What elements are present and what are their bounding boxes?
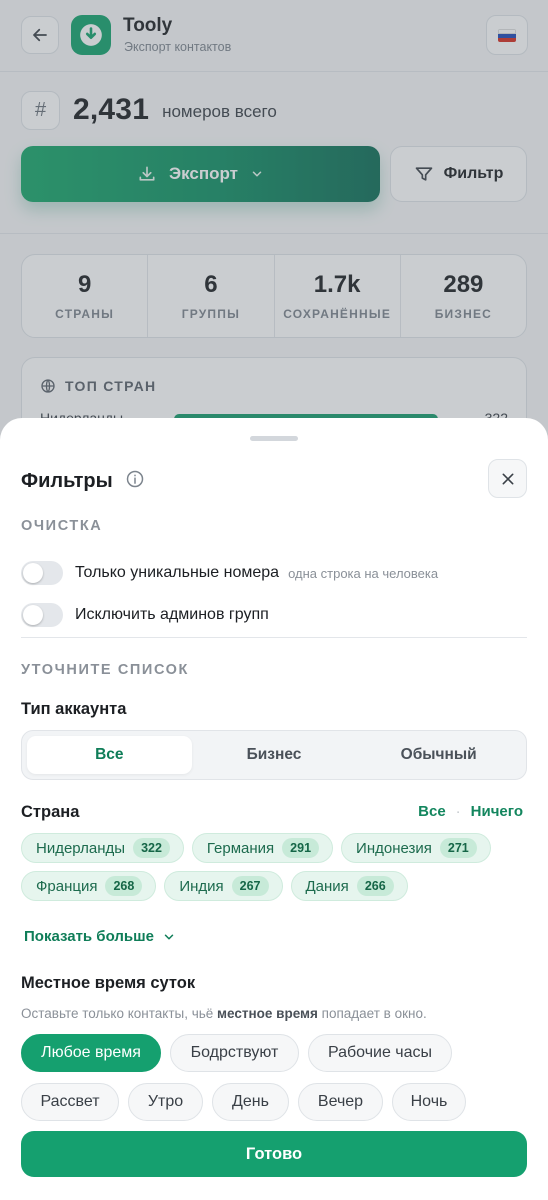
close-button[interactable]	[488, 459, 527, 498]
chip-count: 291	[282, 838, 320, 858]
desc-bold: местное время	[217, 1006, 318, 1021]
sheet-drag-handle[interactable]	[250, 436, 298, 441]
country-chip[interactable]: Нидерланды 322	[21, 833, 184, 863]
country-chip[interactable]: Дания 266	[290, 871, 408, 901]
desc-text: Оставьте только контакты, чьё	[21, 1006, 218, 1021]
local-time-label: Местное время суток	[21, 974, 196, 992]
unique-numbers-toggle[interactable]	[21, 561, 63, 585]
chip-count: 266	[356, 876, 394, 896]
done-button[interactable]: Готово	[21, 1131, 527, 1177]
info-icon[interactable]	[125, 469, 145, 489]
country-chip[interactable]: Германия 291	[191, 833, 334, 863]
local-time-description: Оставьте только контакты, чьё местное вр…	[21, 1006, 427, 1021]
chip-label: Индия	[179, 877, 224, 895]
chip-count: 271	[439, 838, 477, 858]
chevron-down-icon	[164, 933, 174, 940]
show-more-button[interactable]: Показать больше	[24, 928, 176, 945]
account-type-selector: Все Бизнес Обычный	[21, 730, 527, 780]
country-select-links: Все · Ничего	[418, 803, 523, 820]
country-chip[interactable]: Индонезия 271	[341, 833, 491, 863]
time-options-row-1: Любое время Бодрствуют Рабочие часы	[21, 1034, 461, 1072]
time-option-evening[interactable]: Вечер	[298, 1083, 383, 1121]
exclude-admins-toggle[interactable]	[21, 603, 63, 627]
time-option-day[interactable]: День	[212, 1083, 289, 1121]
unique-numbers-hint: одна строка на человека	[288, 565, 439, 581]
account-type-label: Тип аккаунта	[21, 700, 127, 718]
chip-label: Дания	[305, 877, 349, 895]
exclude-admins-label: Исключить админов групп	[75, 606, 269, 623]
cleanup-heading: ОЧИСТКА	[21, 518, 103, 534]
country-chips: Нидерланды 322 Германия 291 Индонезия 271 Ф…	[21, 833, 527, 907]
exclude-admins-row: Исключить админов групп	[21, 603, 527, 627]
country-chip[interactable]: Индия 267	[164, 871, 283, 901]
time-option-work-hours[interactable]: Рабочие часы	[308, 1034, 452, 1072]
time-option-night[interactable]: Ночь	[392, 1083, 466, 1121]
country-chip[interactable]: Франция 268	[21, 871, 157, 901]
time-options-row-2: Рассвет Утро День Вечер Ночь	[21, 1083, 475, 1121]
chip-count: 268	[105, 876, 143, 896]
separator-dot: ·	[455, 803, 461, 820]
unique-numbers-row: Только уникальные номера одна строка на …	[21, 561, 527, 585]
filters-sheet: Фильтры ОЧИСТКА Только уникальные номера…	[0, 418, 548, 1200]
time-option-morning[interactable]: Утро	[128, 1083, 203, 1121]
show-more-label: Показать больше	[24, 928, 154, 945]
chip-count: 267	[231, 876, 269, 896]
time-option-awake[interactable]: Бодрствуют	[170, 1034, 299, 1072]
close-icon	[502, 473, 513, 484]
time-option-any[interactable]: Любое время	[21, 1034, 161, 1072]
chip-label: Германия	[206, 839, 275, 857]
chip-label: Индонезия	[356, 839, 432, 857]
account-type-all[interactable]: Все	[27, 736, 192, 774]
chip-count: 322	[133, 838, 170, 858]
select-all-link[interactable]: Все	[418, 803, 446, 820]
account-type-regular[interactable]: Обычный	[356, 736, 521, 774]
select-none-link[interactable]: Ничего	[471, 803, 523, 820]
desc-text: попадает в окно.	[317, 1006, 427, 1021]
divider	[21, 637, 527, 638]
time-option-dawn[interactable]: Рассвет	[21, 1083, 119, 1121]
unique-numbers-label: Только уникальные номера	[75, 564, 280, 581]
refine-heading: УТОЧНИТЕ СПИСОК	[21, 662, 189, 678]
account-type-business[interactable]: Бизнес	[192, 736, 357, 774]
sheet-title: Фильтры	[21, 470, 113, 492]
chip-label: Нидерланды	[36, 839, 126, 857]
country-label: Страна	[21, 803, 80, 821]
chip-label: Франция	[36, 877, 98, 895]
